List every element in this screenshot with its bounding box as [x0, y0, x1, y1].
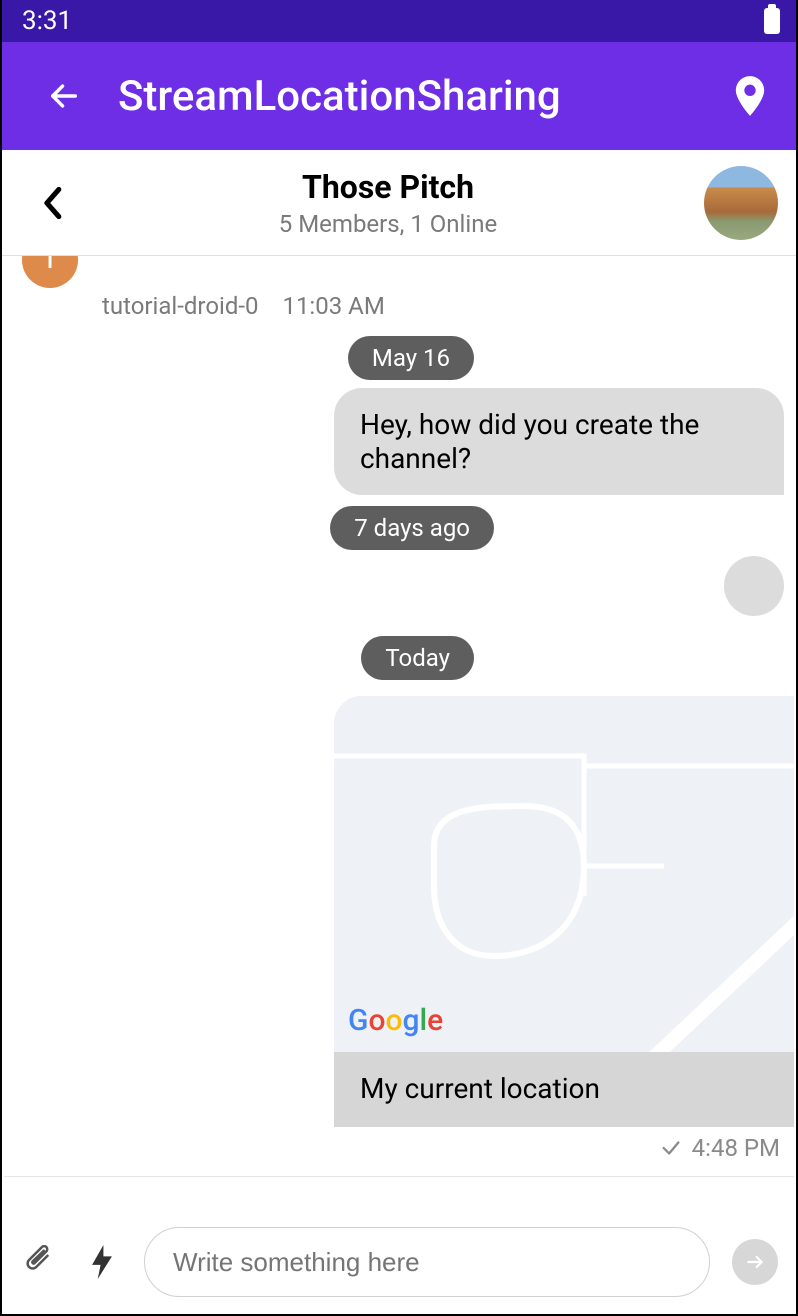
- message-time: 11:03 AM: [282, 292, 384, 320]
- avatar-initial: T: [43, 256, 58, 274]
- check-icon: [660, 1137, 682, 1159]
- date-separator: Today: [361, 636, 474, 680]
- arrow-right-icon: [745, 1252, 765, 1272]
- location-label: My current location: [334, 1052, 794, 1127]
- back-button[interactable]: [42, 74, 86, 118]
- message-input-bar: [4, 1212, 794, 1312]
- chevron-left-icon: [41, 186, 63, 220]
- date-separator: 7 days ago: [330, 506, 494, 550]
- status-bar: 3:31: [2, 0, 796, 42]
- date-pill: Today: [361, 636, 474, 680]
- date-pill: May 16: [348, 336, 474, 380]
- send-button[interactable]: [732, 1239, 778, 1285]
- channel-name: Those Pitch: [72, 168, 704, 206]
- sender-avatar[interactable]: T: [22, 256, 78, 288]
- battery-icon: [764, 8, 780, 34]
- attachment-button[interactable]: [20, 1242, 60, 1282]
- divider: [4, 1176, 794, 1177]
- message-status: 4:48 PM: [660, 1134, 780, 1162]
- map-preview[interactable]: Google: [334, 696, 794, 1052]
- date-pill: 7 days ago: [330, 506, 494, 550]
- message-bubble-empty[interactable]: [724, 556, 784, 616]
- channel-back-button[interactable]: [32, 183, 72, 223]
- status-time: 3:31: [22, 6, 72, 36]
- lightning-icon: [91, 1245, 113, 1279]
- location-pin-button[interactable]: [728, 74, 772, 118]
- sender-name: tutorial-droid-0: [102, 292, 259, 320]
- message-meta: tutorial-droid-0 11:03 AM: [102, 292, 385, 320]
- lightning-button[interactable]: [82, 1242, 122, 1282]
- message-bubble[interactable]: Hey, how did you create the channel?: [334, 388, 784, 495]
- map-attribution: Google: [348, 1003, 443, 1038]
- channel-subtitle: 5 Members, 1 Online: [72, 210, 704, 238]
- map-roads-icon: [334, 696, 794, 1052]
- arrow-left-icon: [47, 79, 81, 113]
- channel-avatar[interactable]: [704, 166, 778, 240]
- message-input[interactable]: [144, 1227, 710, 1297]
- location-pin-icon: [733, 76, 767, 116]
- channel-header: Those Pitch 5 Members, 1 Online: [2, 150, 796, 256]
- app-title: StreamLocationSharing: [118, 72, 728, 121]
- location-attachment[interactable]: Google My current location: [334, 696, 794, 1127]
- message-list[interactable]: T tutorial-droid-0 11:03 AM May 16 Hey, …: [4, 256, 794, 1210]
- date-separator: May 16: [348, 336, 474, 380]
- sent-time: 4:48 PM: [692, 1134, 780, 1162]
- app-bar: StreamLocationSharing: [2, 42, 796, 150]
- paperclip-icon: [25, 1245, 55, 1279]
